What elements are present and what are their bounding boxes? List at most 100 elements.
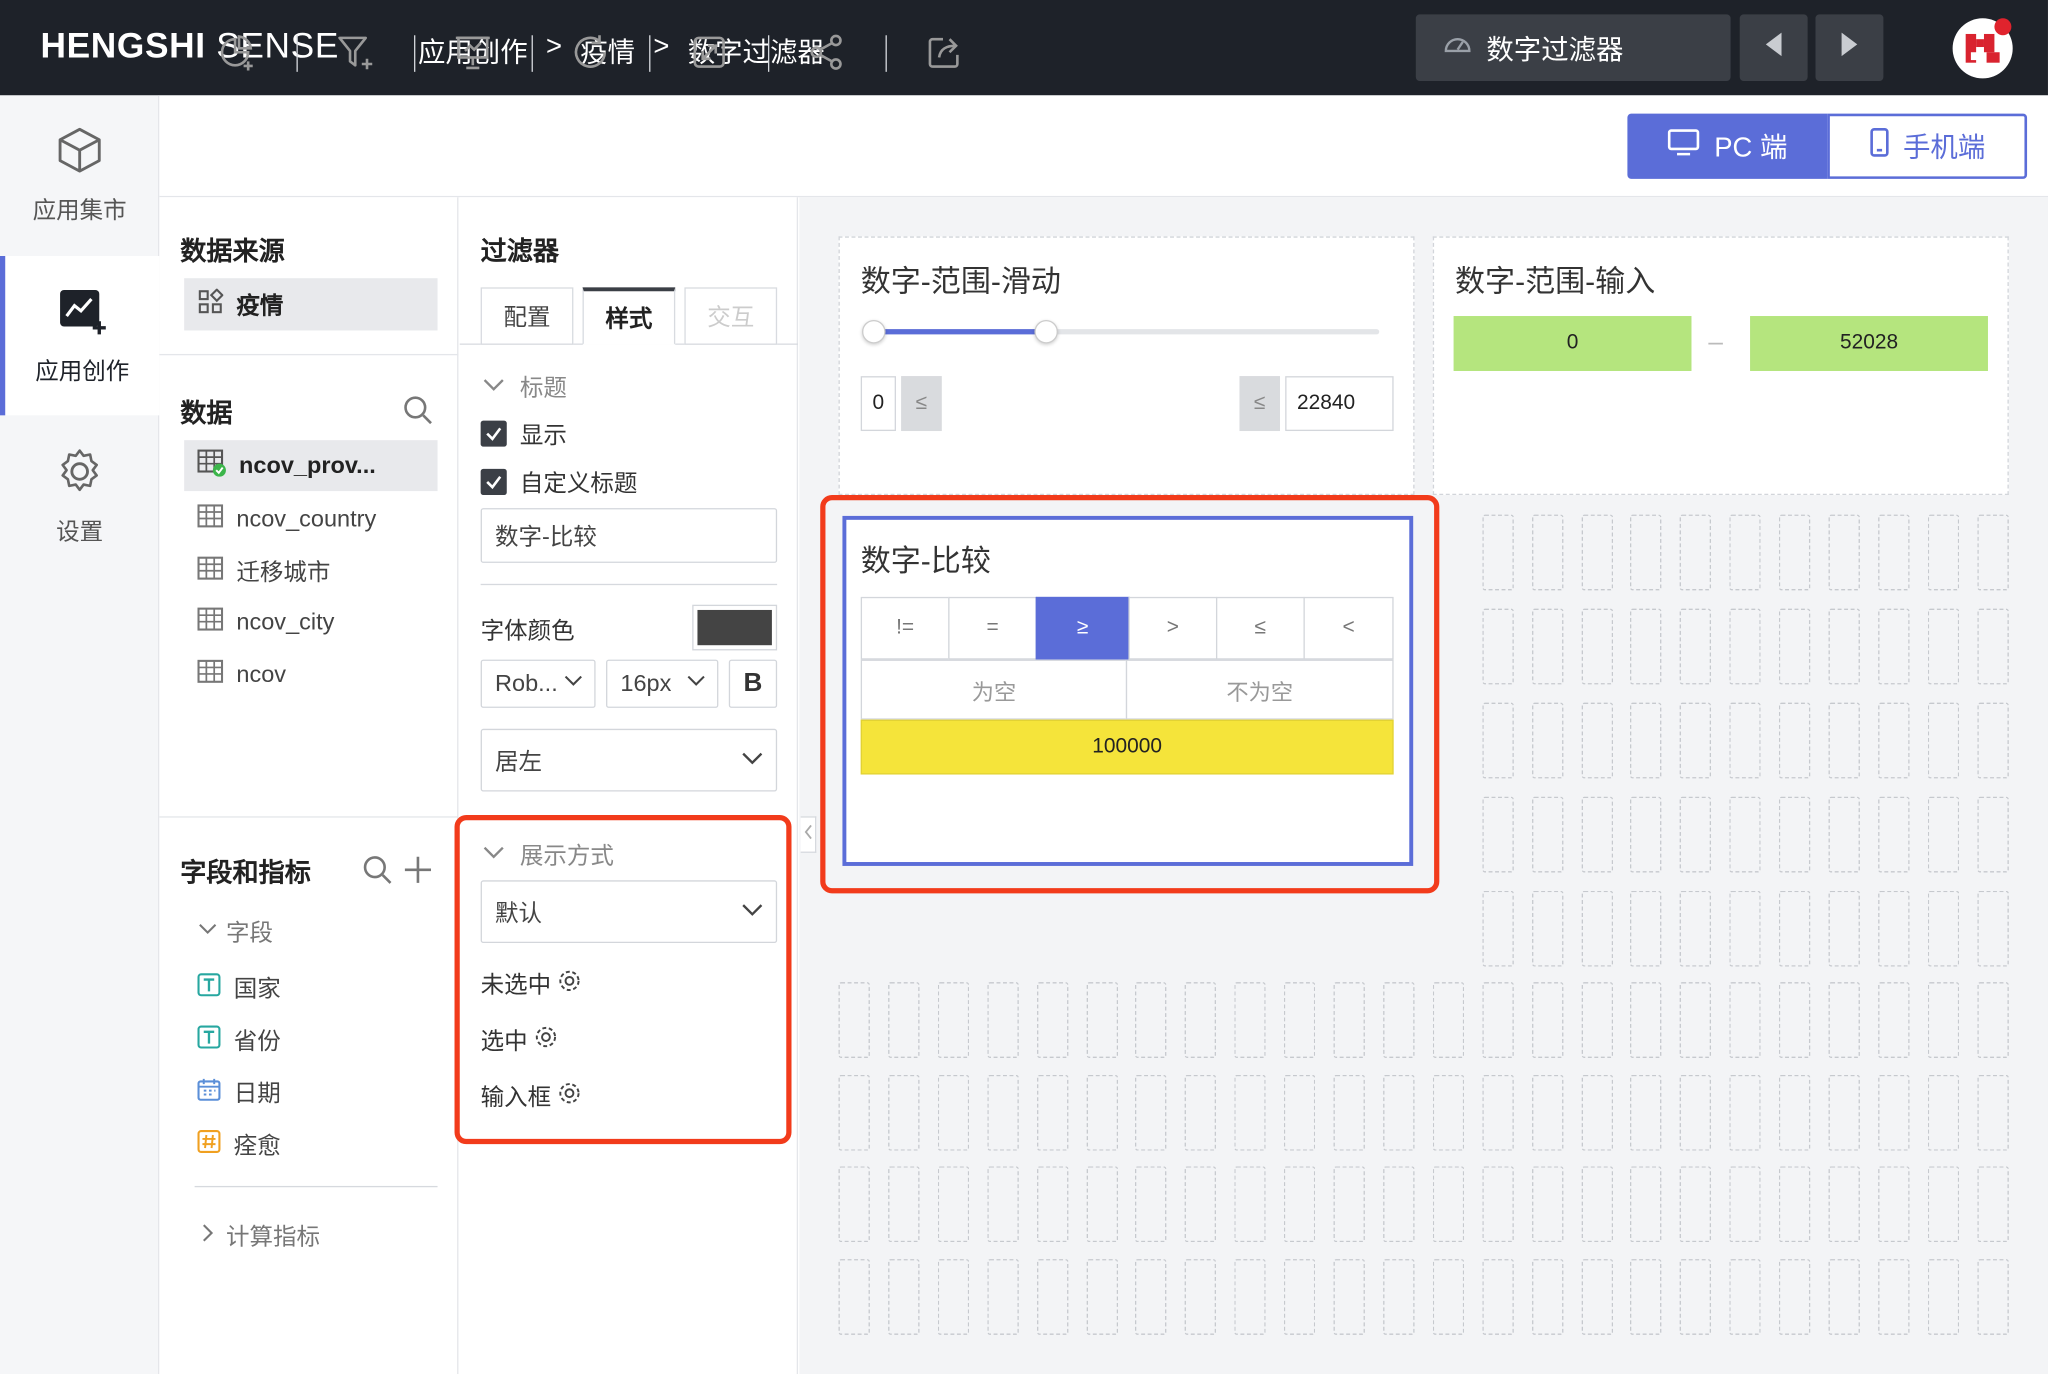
table-icon <box>197 658 224 691</box>
dataset-item[interactable]: 迁移城市 <box>197 554 330 588</box>
grid-placeholder-cell <box>1383 1074 1415 1151</box>
grid-placeholder-cell <box>1680 982 1712 1058</box>
divider <box>159 816 459 818</box>
field-label: 痊愈 <box>233 1132 281 1159</box>
tab-interaction[interactable]: 交互 <box>684 287 778 345</box>
grid-placeholder-cell <box>1927 890 1959 967</box>
grid-placeholder-cell <box>838 1166 870 1243</box>
dataset-item[interactable]: ncov_country <box>197 503 376 536</box>
fullscreen-icon[interactable] <box>687 30 731 74</box>
bold-button[interactable]: B <box>728 659 778 708</box>
grid-placeholder-cell <box>1927 1166 1959 1243</box>
grid-placeholder-cell <box>1779 890 1811 967</box>
grid-placeholder-cell <box>1333 1259 1365 1335</box>
font-size-select[interactable]: 16px <box>606 659 719 708</box>
grid-placeholder-cell <box>1630 608 1662 685</box>
breadcrumb-separator: > <box>653 31 670 62</box>
grid-placeholder-cell <box>1630 1259 1662 1335</box>
apps-grid-icon <box>197 287 224 321</box>
tab-style[interactable]: 样式 <box>582 287 676 345</box>
dashboard-selector[interactable]: 数字过滤器 <box>1415 14 1731 81</box>
card-title: 数字-范围-输入 <box>1454 263 1656 298</box>
calc-group-label: 计算指标 <box>225 1223 320 1250</box>
field-item[interactable]: 日期 <box>197 1075 281 1109</box>
title-section-toggle[interactable]: 标题 <box>481 370 567 404</box>
grid-placeholder-cell <box>1135 982 1167 1058</box>
dataset-item[interactable]: ncov_city <box>197 606 334 639</box>
grid-placeholder-cell <box>1779 796 1811 873</box>
dataset-item-active[interactable]: ncov_prov... <box>184 440 438 492</box>
grid-placeholder-cell <box>1977 1166 2009 1243</box>
data-panel <box>159 197 459 1374</box>
field-item[interactable]: 国家 <box>197 970 281 1004</box>
prev-button[interactable] <box>1739 14 1808 81</box>
export-icon[interactable] <box>922 30 966 74</box>
toolbar-divider <box>296 35 298 72</box>
show-title-checkbox[interactable]: 显示 <box>480 417 567 451</box>
custom-title-label: 自定义标题 <box>519 470 638 497</box>
grid-placeholder-cell <box>1779 1166 1811 1243</box>
grid-placeholder-cell <box>1333 1166 1365 1243</box>
custom-title-checkbox[interactable]: 自定义标题 <box>480 465 638 499</box>
grid-placeholder-cell <box>1729 796 1761 873</box>
grid-placeholder-cell <box>1729 702 1761 779</box>
collapse-panel-handle[interactable] <box>800 816 817 853</box>
nav-item-app-market[interactable]: 应用集市 <box>0 95 159 254</box>
add-chart-icon[interactable] <box>214 30 258 74</box>
search-icon[interactable] <box>402 394 433 432</box>
next-button[interactable] <box>1815 14 1884 81</box>
add-filter-icon[interactable] <box>333 30 377 74</box>
field-item[interactable]: 痊愈 <box>197 1127 281 1161</box>
nav-item-app-create[interactable]: 应用创作 <box>0 255 160 416</box>
share-icon[interactable] <box>805 30 849 74</box>
toolbar-divider <box>885 35 887 72</box>
range-to-input[interactable]: 52028 <box>1750 316 1988 371</box>
slider-max-input[interactable]: 22840 <box>1285 376 1394 432</box>
font-color-swatch[interactable] <box>692 604 778 651</box>
search-icon[interactable] <box>362 854 393 892</box>
grid-placeholder-cell <box>1630 1166 1662 1243</box>
align-select[interactable]: 居左 <box>480 728 778 792</box>
grid-placeholder-cell <box>1977 1074 2009 1151</box>
grid-placeholder-cell <box>1581 1074 1613 1151</box>
text-type-icon <box>197 972 221 1002</box>
grid-placeholder-cell <box>1729 1259 1761 1335</box>
slider-handle-min[interactable] <box>862 319 886 344</box>
slider-handle-max[interactable] <box>1033 319 1058 344</box>
dataset-item[interactable]: ncov <box>197 658 286 691</box>
custom-title-input[interactable]: 数字-比较 <box>480 508 778 563</box>
grid-placeholder-cell <box>937 1166 969 1243</box>
grid-placeholder-cell <box>1531 796 1563 873</box>
data-source-item[interactable]: 疫情 <box>184 278 438 331</box>
presentation-icon[interactable] <box>451 30 495 74</box>
field-item[interactable]: 省份 <box>197 1023 281 1057</box>
calc-group-toggle[interactable]: 计算指标 <box>197 1219 320 1253</box>
slider-track[interactable] <box>873 329 1380 335</box>
mobile-view-button[interactable]: 手机端 <box>1827 113 2028 179</box>
grid-placeholder-cell <box>1135 1259 1167 1335</box>
chevron-down-icon <box>197 918 218 945</box>
grid-placeholder-cell <box>1828 982 1860 1058</box>
logo: HENGSHI SENSE <box>40 26 340 66</box>
grid-placeholder-cell <box>1927 982 1959 1058</box>
grid-placeholder-cell <box>1729 1074 1761 1151</box>
nav-item-settings[interactable]: 设置 <box>0 417 159 576</box>
slider-min-input[interactable]: 0 <box>860 376 896 432</box>
grid-placeholder-cell <box>1878 1166 1910 1243</box>
grid-placeholder-cell <box>1977 608 2009 685</box>
chevron-down-icon <box>563 670 584 697</box>
chevron-down-icon <box>686 670 707 697</box>
fields-group-toggle[interactable]: 字段 <box>197 914 273 948</box>
grid-placeholder-cell <box>838 1074 870 1151</box>
tab-config[interactable]: 配置 <box>480 287 574 345</box>
grid-placeholder-cell <box>1779 1259 1811 1335</box>
fields-group-label: 字段 <box>225 919 273 946</box>
grid-placeholder-cell <box>1630 796 1662 873</box>
add-icon[interactable] <box>402 854 433 892</box>
pc-view-button[interactable]: PC 端 <box>1627 113 1828 179</box>
range-from-input[interactable]: 0 <box>1453 316 1692 371</box>
grid-placeholder-cell <box>1482 1166 1514 1243</box>
filter-panel-title: 过滤器 <box>480 237 560 267</box>
refresh-icon[interactable] <box>568 30 612 74</box>
font-family-select[interactable]: Rob... <box>480 659 596 708</box>
